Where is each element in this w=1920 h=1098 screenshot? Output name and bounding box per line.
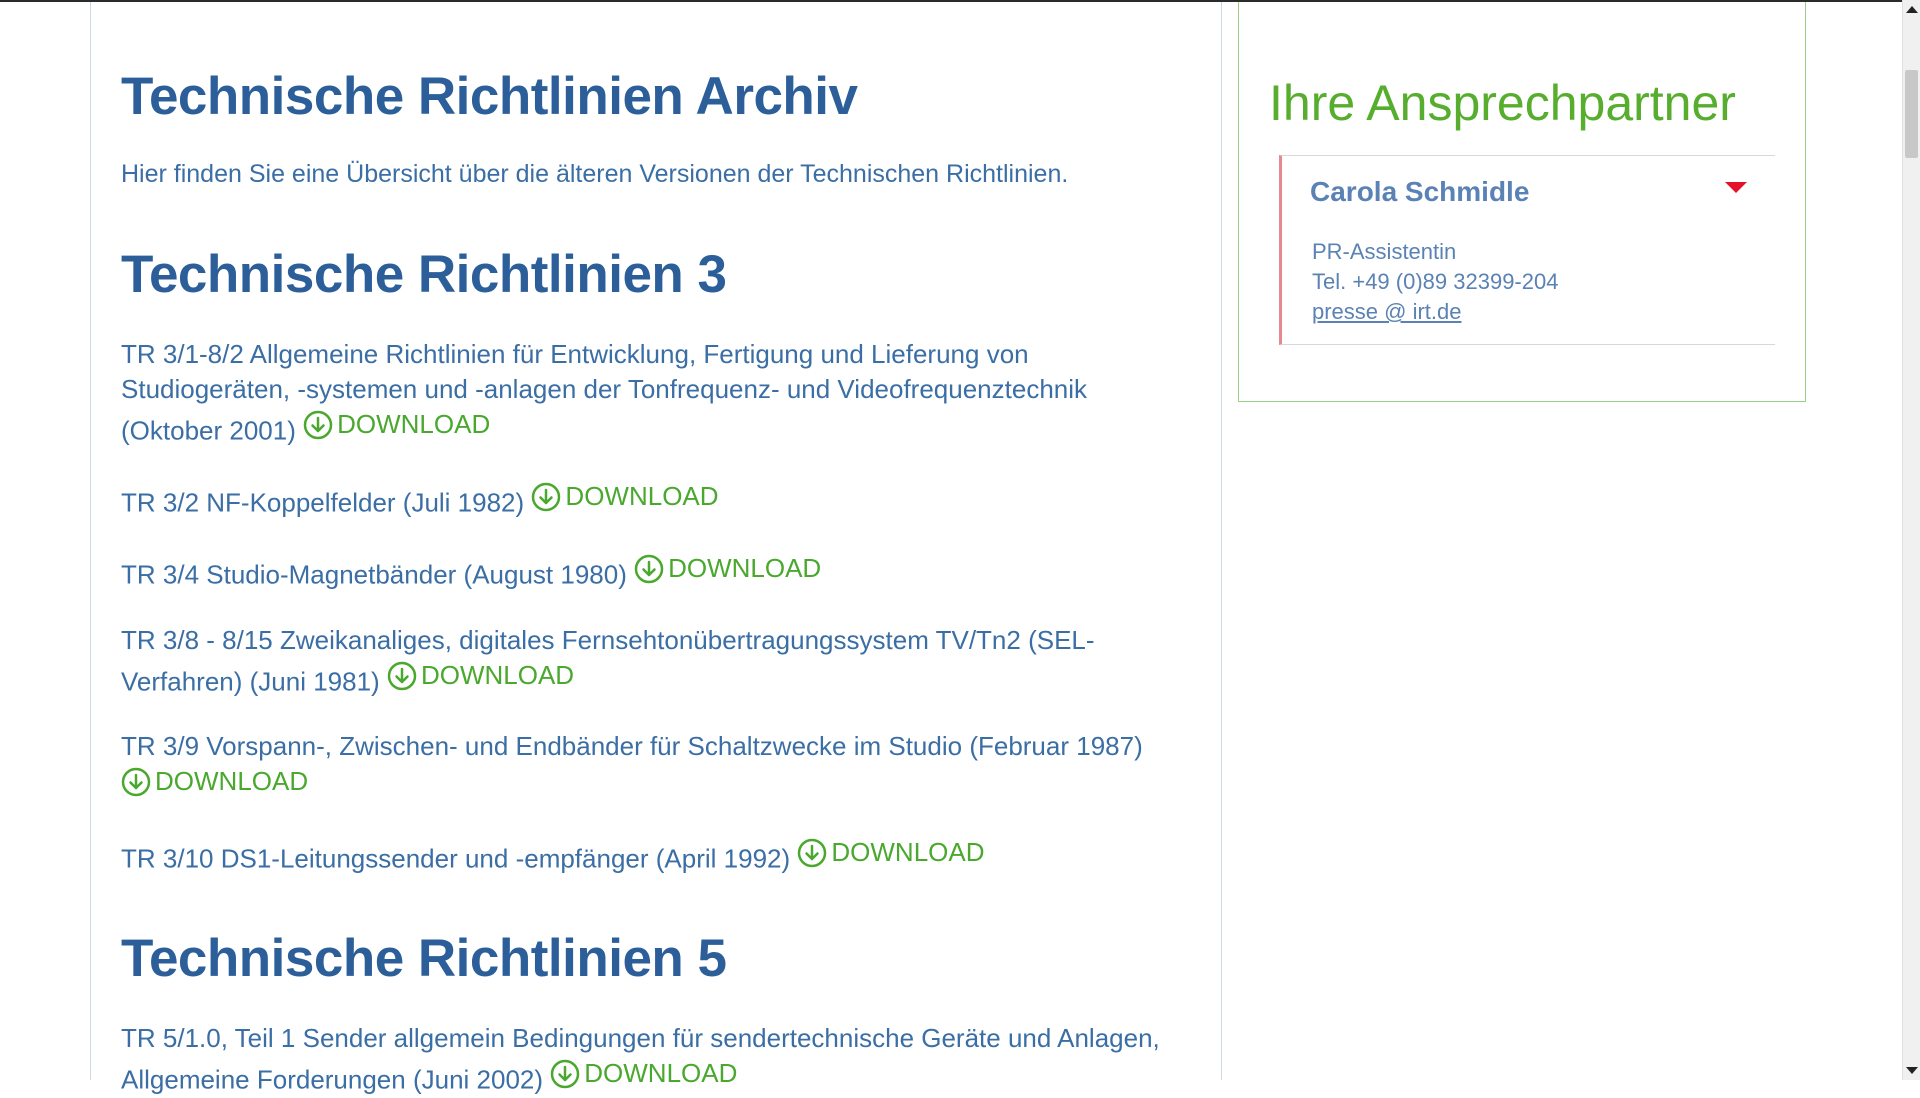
list-item-tr3-9: TR 3/9 Vorspann-, Zwischen- und Endbände… (121, 729, 1191, 806)
caret-down-icon[interactable] (1725, 182, 1747, 193)
contact-name[interactable]: Carola Schmidle (1310, 176, 1529, 208)
download-circle-icon (532, 482, 561, 511)
page-intro: Hier finden Sie eine Übersicht über die … (121, 160, 1069, 188)
contact-sidebar: Ihre Ansprechpartner Carola Schmidle PR-… (1238, 2, 1806, 402)
vertical-scrollbar[interactable] (1902, 0, 1920, 1080)
contact-email-link[interactable]: presse @ irt.de (1312, 299, 1462, 325)
sidebar-title: Ihre Ansprechpartner (1269, 75, 1736, 131)
entry-text: TR 3/2 NF-Koppelfelder (Juli 1982) (121, 487, 525, 518)
main-content: Technische Richtlinien Archiv Hier finde… (90, 2, 1222, 1095)
download-link[interactable]: DOWNLOAD (303, 407, 490, 442)
contact-card: Carola Schmidle PR-Assistentin Tel. +49 … (1279, 155, 1775, 345)
download-label: DOWNLOAD (155, 766, 309, 796)
entry-text: TR 3/10 DS1-Leitungssender und -empfänge… (121, 843, 791, 874)
scrollbar-thumb[interactable] (1905, 70, 1918, 158)
download-link[interactable]: DOWNLOAD (387, 658, 574, 693)
download-circle-icon (121, 767, 151, 796)
section-title-tr3: Technische Richtlinien 3 (121, 245, 727, 304)
download-circle-icon (634, 554, 664, 583)
download-link[interactable]: DOWNLOAD (531, 479, 719, 514)
download-label: DOWNLOAD (668, 553, 822, 583)
list-item-tr3-2: TR 3/2 NF-Koppelfelder (Juli 1982) DOWNL… (121, 479, 1201, 521)
download-circle-icon (387, 661, 417, 690)
list-item-tr3-10: TR 3/10 DS1-Leitungssender und -empfänge… (121, 835, 1201, 877)
contact-role: PR-Assistentin (1312, 239, 1457, 264)
download-circle-icon (798, 838, 827, 867)
download-label: DOWNLOAD (565, 481, 719, 511)
download-label: DOWNLOAD (831, 837, 985, 867)
list-item-tr3-8: TR 3/8 - 8/15 Zweikanaliges, digitales F… (121, 623, 1121, 700)
scroll-up-arrow-icon[interactable] (1906, 6, 1918, 13)
list-item-tr5-1: TR 5/1.0, Teil 1 Sender allgemein Beding… (121, 1021, 1201, 1098)
download-link[interactable]: DOWNLOAD (797, 835, 985, 870)
download-link[interactable]: DOWNLOAD (634, 551, 821, 586)
list-item-tr3-4: TR 3/4 Studio-Magnetbänder (August 1980)… (121, 551, 1201, 593)
entry-text: TR 3/4 Studio-Magnetbänder (August 1980) (121, 559, 627, 590)
section-title-tr5: Technische Richtlinien 5 (121, 929, 727, 988)
entry-text: TR 3/1-8/2 Allgemeine Richtlinien für En… (121, 339, 1088, 446)
scroll-down-arrow-icon[interactable] (1906, 1067, 1918, 1074)
download-label: DOWNLOAD (337, 409, 491, 439)
entry-text: TR 3/9 Vorspann-, Zwischen- und Endbände… (121, 731, 1143, 761)
download-circle-icon (303, 410, 333, 439)
download-link[interactable]: DOWNLOAD (121, 764, 308, 799)
entry-text: TR 3/8 - 8/15 Zweikanaliges, digitales F… (121, 625, 1095, 697)
download-label: DOWNLOAD (420, 660, 575, 690)
list-item-tr3-1: TR 3/1-8/2 Allgemeine Richtlinien für En… (121, 337, 1141, 449)
download-link[interactable]: DOWNLOAD (550, 1056, 737, 1091)
download-circle-icon (551, 1059, 580, 1088)
page-title: Technische Richtlinien Archiv (121, 67, 858, 126)
contact-phone: Tel. +49 (0)89 32399-204 (1312, 269, 1559, 294)
download-label: DOWNLOAD (584, 1058, 738, 1088)
